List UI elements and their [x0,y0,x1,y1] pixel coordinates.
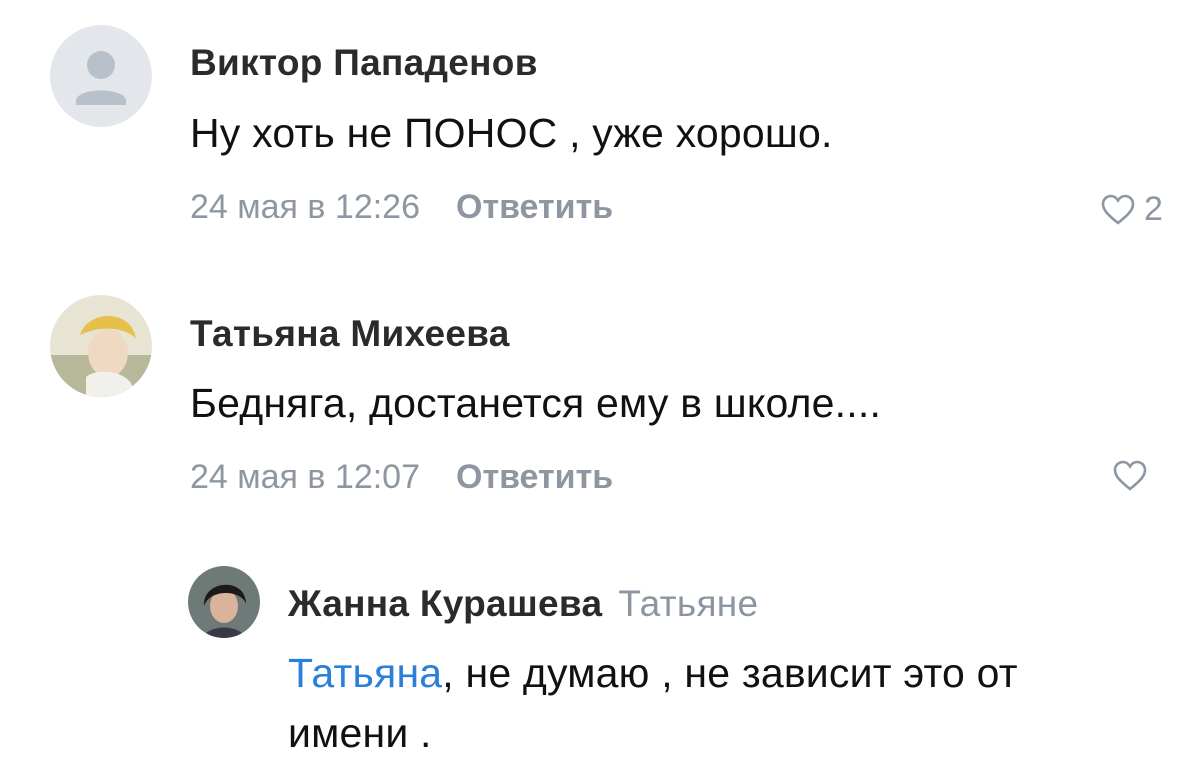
comment-text: Ну хоть не ПОНОС , уже хорошо. [190,110,833,156]
avatar-user-photo[interactable] [50,295,152,397]
reply-author[interactable]: Жанна Курашева Татьяне [288,583,758,625]
heart-icon [1113,460,1147,491]
comment-date: 24 мая в 12:07 [190,458,420,496]
reply-button[interactable]: Ответить [456,188,613,226]
reply-text: Татьяна, не думаю , не зависит это от им… [288,643,1148,763]
comment-author[interactable]: Татьяна Михеева [190,313,510,355]
comment-text: Бедняга, достанется ему в школе.... [190,380,882,426]
like-count: 2 [1144,190,1163,228]
reply-to-label[interactable]: Татьяне [618,583,758,624]
heart-icon [1101,194,1135,225]
avatar-default-user-icon[interactable] [50,25,152,127]
avatar-user-photo[interactable] [188,566,260,638]
reply-author-name[interactable]: Жанна Курашева [288,583,602,624]
comment-date: 24 мая в 12:26 [190,188,420,226]
comment-meta: 24 мая в 12:07 Ответить [190,458,613,497]
comment-author[interactable]: Виктор Пападенов [190,42,538,84]
like-button[interactable] [1112,460,1148,492]
comment-meta: 24 мая в 12:26 Ответить [190,188,613,227]
reply-button[interactable]: Ответить [456,458,613,496]
mention-link[interactable]: Татьяна [288,650,442,696]
like-button[interactable]: 2 [1100,190,1163,229]
